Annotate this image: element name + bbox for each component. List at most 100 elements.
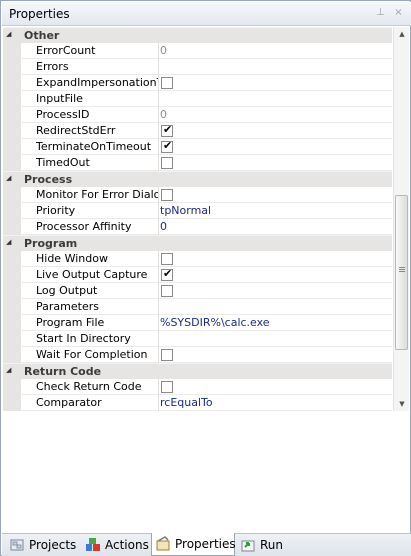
category-process[interactable]: ◢ Process [3,171,392,187]
property-row[interactable]: ExpandImpersonationTok [3,75,392,91]
property-value[interactable]: 0 [160,108,167,121]
column-divider[interactable] [158,331,159,347]
scroll-up-icon[interactable]: ▲ [397,29,407,39]
property-checkbox[interactable]: ✔ [161,267,173,281]
property-value[interactable]: %SYSDIR%\calc.exe [160,316,270,329]
scroll-thumb[interactable] [395,195,408,350]
property-checkbox[interactable] [161,157,173,169]
property-checkbox[interactable] [161,189,173,201]
property-row[interactable]: TerminateOnTimeout ✔ [3,139,392,155]
property-name: TimedOut [36,156,90,169]
property-row[interactable]: Monitor For Error Dialogs [3,187,392,203]
vertical-scrollbar[interactable]: ▲ ▼ [393,27,409,411]
scroll-down-icon[interactable]: ▼ [397,399,407,409]
category-program[interactable]: ◢ Program [3,235,392,251]
tab-label: Run [260,538,284,552]
collapse-triangle-icon[interactable]: ◢ [6,31,13,38]
property-value[interactable]: tpNormal [160,204,211,217]
property-row[interactable]: ProcessID 0 [3,107,392,123]
property-row[interactable]: ErrorCount 0 [3,43,392,59]
property-name: Priority [36,204,76,217]
property-row[interactable]: TimedOut [3,155,392,171]
column-divider[interactable] [158,59,159,75]
row-gutter [3,347,21,363]
property-row[interactable]: Parameters [3,299,392,315]
property-name: Start In Directory [36,332,131,345]
property-name: TerminateOnTimeout [36,140,152,153]
collapse-triangle-icon[interactable]: ◢ [6,367,13,374]
collapse-triangle-icon[interactable]: ◢ [6,175,13,182]
close-icon[interactable]: × [392,6,405,19]
row-gutter [3,267,21,283]
tab-run[interactable]: Run [237,534,293,556]
column-divider[interactable] [158,299,159,315]
property-row[interactable]: Wait For Completion [3,347,392,363]
property-row[interactable]: RedirectStdErr ✔ [3,123,392,139]
column-divider[interactable] [158,43,159,59]
column-divider[interactable] [158,187,159,203]
column-divider[interactable] [158,107,159,123]
property-value[interactable]: 0 [160,44,167,57]
property-row[interactable]: Live Output Capture ✔ [3,267,392,283]
property-value[interactable]: 0 [160,220,167,233]
property-checkbox[interactable] [161,285,173,297]
property-name: ProcessID [36,108,90,121]
property-checkbox[interactable] [161,349,173,361]
column-divider[interactable] [158,379,159,395]
tab-label: Actions [105,538,149,552]
property-row[interactable]: Priority tpNormal [3,203,392,219]
column-divider[interactable] [158,315,159,331]
column-divider[interactable] [158,139,159,155]
property-name: Errors [36,60,69,73]
property-row[interactable]: Check Return Code [3,379,392,395]
tab-actions[interactable]: Actions [81,534,149,556]
column-divider[interactable] [158,155,159,171]
property-row[interactable]: Hide Window [3,251,392,267]
property-name: Log Output [36,284,98,297]
property-row[interactable]: Processor Affinity 0 [3,219,392,235]
column-divider[interactable] [158,75,159,91]
property-row[interactable]: Comparator rcEqualTo [3,395,392,411]
row-gutter [3,155,21,171]
category-other[interactable]: ◢ Other [3,27,392,43]
category-label: Other [24,29,60,42]
column-divider[interactable] [158,395,159,411]
column-divider[interactable] [158,267,159,283]
pin-icon[interactable]: ⊥ [374,6,387,19]
property-checkbox[interactable]: ✔ [161,123,173,137]
row-gutter [3,299,21,315]
row-gutter [3,331,21,347]
property-row[interactable]: Program File %SYSDIR%\calc.exe [3,315,392,331]
tab-projects[interactable]: Projects [5,534,79,556]
column-divider[interactable] [158,123,159,139]
column-divider[interactable] [158,347,159,363]
row-gutter [3,379,21,395]
row-gutter [3,43,21,59]
property-value[interactable]: rcEqualTo [160,396,213,409]
column-divider[interactable] [158,203,159,219]
property-name: ErrorCount [36,44,96,57]
property-name: Comparator [36,396,102,409]
property-checkbox[interactable] [161,253,173,265]
property-name: Processor Affinity [36,220,132,233]
tab-properties[interactable]: Properties [151,533,236,556]
property-row[interactable]: InputFile [3,91,392,107]
property-name: InputFile [36,92,83,105]
row-gutter [3,315,21,331]
property-row[interactable]: Errors [3,59,392,75]
property-checkbox[interactable] [161,381,173,393]
column-divider[interactable] [158,283,159,299]
category-return-code[interactable]: ◢ Return Code [3,363,392,379]
column-divider[interactable] [158,251,159,267]
collapse-triangle-icon[interactable]: ◢ [6,239,13,246]
column-divider[interactable] [158,219,159,235]
row-gutter [3,123,21,139]
property-checkbox[interactable]: ✔ [161,139,173,153]
property-row[interactable]: Log Output [3,283,392,299]
property-row[interactable]: Start In Directory [3,331,392,347]
column-divider[interactable] [158,91,159,107]
row-gutter [3,187,21,203]
property-checkbox[interactable] [161,77,173,89]
property-name: RedirectStdErr [36,124,116,137]
property-name: Monitor For Error Dialogs [36,188,158,201]
